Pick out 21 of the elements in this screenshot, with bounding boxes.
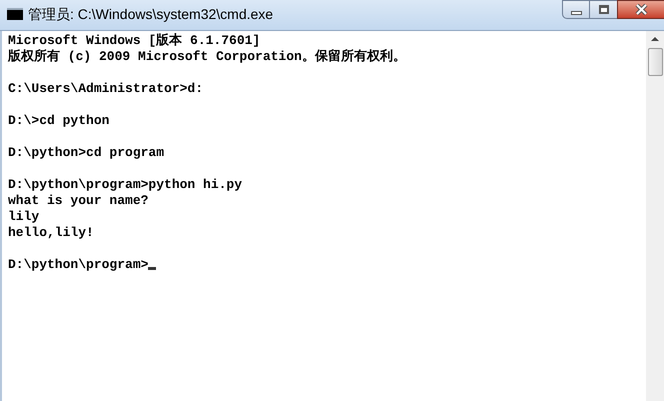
minimize-button[interactable] [562,0,590,19]
maximize-icon [598,5,608,14]
console-line: D:\python\program> [8,257,148,273]
console-line: what is your name? [8,193,148,209]
console-line: hello,lily! [8,225,94,241]
minimize-icon [570,10,582,14]
scroll-thumb[interactable] [648,48,662,76]
console-icon [7,8,23,20]
console-line: C:\Users\Administrator>d: [8,81,204,97]
console-line: D:\python>cd program [8,145,164,161]
window-title: 管理员: C:\Windows\system32\cmd.exe [28,5,274,23]
close-icon [634,4,648,15]
console-line: 版权所有 (c) 2009 Microsoft Corporation。保留所有权利。 [8,49,406,65]
maximize-button[interactable] [590,0,617,19]
console-line: lily [8,209,40,225]
console-line: D:\python\program>python hi.py [8,177,242,193]
console-line: Microsoft Windows [版本 6.1.7601] [8,33,260,49]
scroll-up-icon[interactable] [651,37,659,41]
console-line: D:\>cd python [8,113,110,129]
close-button[interactable] [617,0,664,19]
scrollbar[interactable] [646,31,664,401]
